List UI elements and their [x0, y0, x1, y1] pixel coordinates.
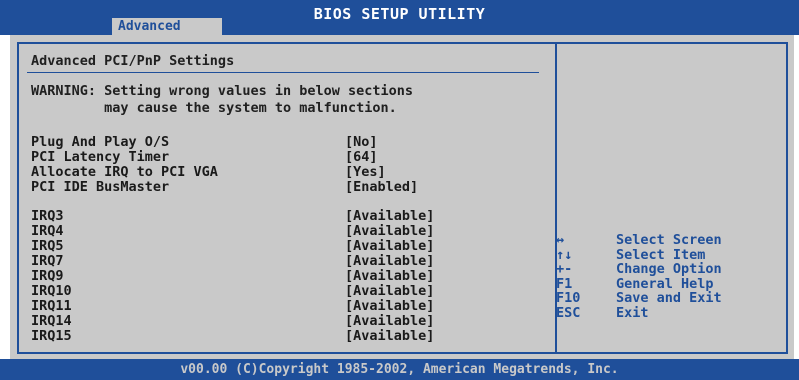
help-row-save-exit: F10 Save and Exit [556, 291, 786, 306]
settings-pane: Advanced PCI/PnP Settings WARNING: Setti… [19, 44, 555, 352]
setting-value[interactable]: [Available] [345, 208, 434, 224]
setting-label: IRQ3 [31, 208, 64, 224]
setting-value[interactable]: [Enabled] [345, 179, 418, 195]
setting-label: IRQ11 [31, 298, 72, 314]
help-desc: Exit [616, 304, 649, 321]
copyright-text: v00.00 (C)Copyright 1985-2002, American … [180, 362, 619, 377]
setting-value[interactable]: [Available] [345, 283, 434, 299]
footer-bar: v00.00 (C)Copyright 1985-2002, American … [0, 359, 799, 380]
setting-label: IRQ4 [31, 223, 64, 239]
tab-advanced[interactable]: Advanced [112, 18, 222, 35]
setting-value[interactable]: [Available] [345, 313, 434, 329]
setting-label: IRQ9 [31, 268, 64, 284]
main-panel: Advanced PCI/PnP Settings WARNING: Setti… [10, 35, 794, 359]
help-key: F1 [556, 275, 573, 292]
setting-label: IRQ14 [31, 313, 72, 329]
setting-label: PCI Latency Timer [31, 149, 170, 165]
setting-label: PCI IDE BusMaster [31, 179, 170, 195]
help-row-exit: ESC Exit [556, 304, 786, 321]
help-row-select-item: ↑↓ Select Item [556, 246, 786, 263]
help-desc: Save and Exit [616, 290, 722, 306]
setting-value[interactable]: [Available] [345, 328, 434, 344]
title-bar: BIOS SETUP UTILITY Advanced [0, 0, 799, 35]
warning-line-1: WARNING: Setting wrong values in below s… [31, 83, 414, 99]
setting-value[interactable]: [Available] [345, 238, 434, 254]
help-desc: Select Screen [616, 232, 722, 248]
setting-value[interactable]: [64] [345, 149, 378, 165]
left-right-arrows-icon: ↔ [556, 232, 565, 248]
help-desc: General Help [616, 275, 714, 292]
title-divider [27, 72, 539, 73]
setting-label: Allocate IRQ to PCI VGA [31, 164, 218, 180]
help-desc: Change Option [616, 261, 722, 277]
setting-label: IRQ15 [31, 328, 72, 344]
help-key: ESC [556, 304, 581, 321]
setting-label: IRQ10 [31, 283, 72, 299]
setting-label: Plug And Play O/S [31, 134, 170, 150]
help-key: +- [556, 261, 573, 277]
warning-line-2: may cause the system to malfunction. [31, 100, 397, 116]
warning-text: WARNING: Setting wrong values in below s… [31, 83, 413, 117]
setting-value[interactable]: [No] [345, 134, 378, 150]
setting-value[interactable]: [Available] [345, 223, 434, 239]
help-row-select-screen: ↔ Select Screen [556, 233, 786, 248]
up-down-arrows-icon: ↑↓ [556, 246, 573, 263]
settings-frame: Advanced PCI/PnP Settings WARNING: Setti… [17, 42, 788, 354]
help-row-general-help: F1 General Help [556, 275, 786, 292]
help-pane: ↔ Select Screen ↑↓ Select Item +- Change… [556, 233, 786, 320]
setting-label: IRQ5 [31, 238, 64, 254]
setting-value[interactable]: [Available] [345, 268, 434, 284]
help-key: F10 [556, 290, 581, 306]
setting-value[interactable]: [Yes] [345, 164, 386, 180]
setting-value[interactable]: [Available] [345, 298, 434, 314]
help-row-change-option: +- Change Option [556, 262, 786, 277]
setting-value[interactable]: [Available] [345, 253, 434, 269]
setting-label: IRQ7 [31, 253, 64, 269]
page-title: Advanced PCI/PnP Settings [31, 53, 235, 69]
help-desc: Select Item [616, 246, 706, 263]
